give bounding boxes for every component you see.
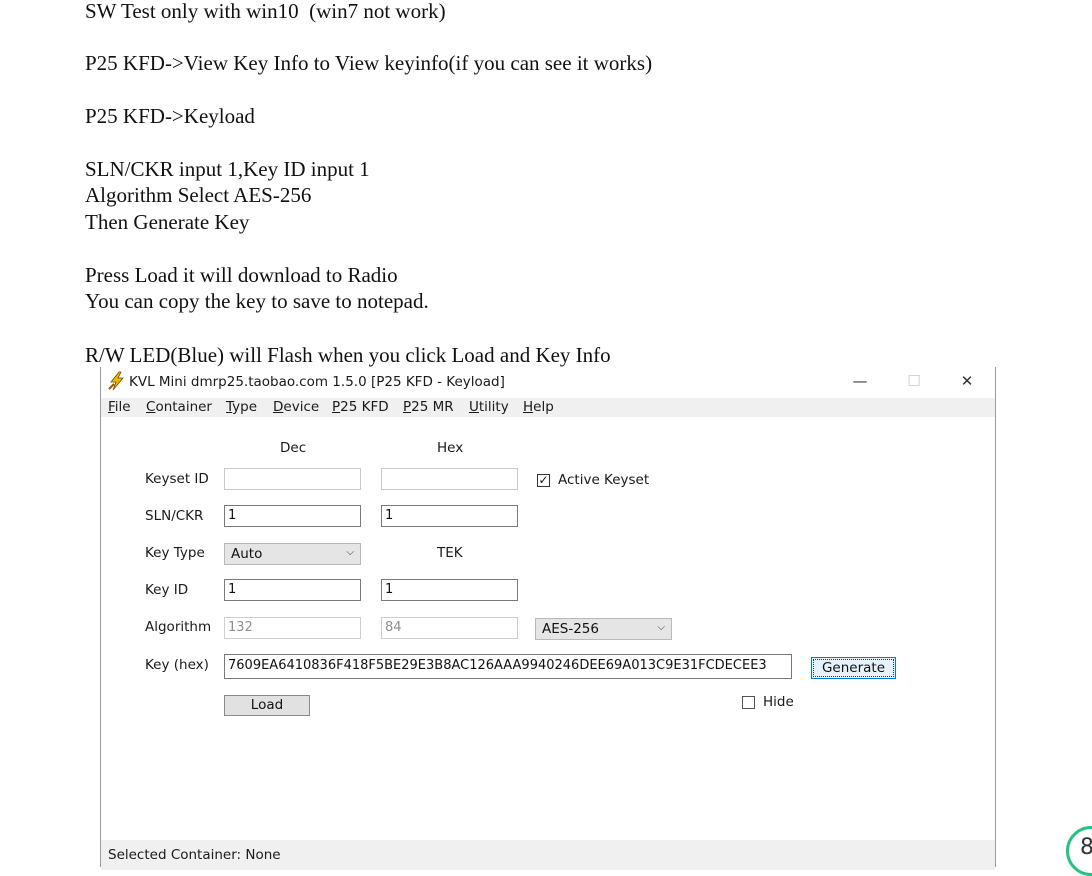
menu-label: evice (283, 399, 320, 415)
menu-mnemonic: U (469, 399, 479, 415)
active-keyset-checkbox[interactable]: ✓ (537, 474, 550, 487)
lightning-bolt-icon (108, 371, 124, 391)
minimize-button[interactable]: — (837, 367, 883, 398)
menu-file[interactable]: File (108, 399, 131, 415)
menu-p25-kfd[interactable]: P25 KFD (332, 399, 389, 415)
menu-label: ile (114, 399, 131, 415)
chevron-down-icon: ⌵ (657, 622, 665, 633)
corner-badge-text: 8 (1080, 835, 1092, 860)
menu-utility[interactable]: Utility (469, 399, 509, 415)
menu-mnemonic: P (332, 399, 341, 415)
key-hex-label: Key (hex) (145, 657, 209, 673)
doc-line-4: SLN/CKR input 1,Key ID input 1 (85, 157, 370, 181)
menu-label: elp (533, 399, 554, 415)
hide-label: Hide (763, 694, 794, 710)
active-keyset-label: Active Keyset (558, 472, 650, 488)
menu-device[interactable]: Device (273, 399, 319, 415)
keyset-id-hex-input[interactable] (381, 468, 518, 490)
doc-line-7: Press Load it will download to Radio (85, 263, 398, 287)
menu-help[interactable]: Help (523, 399, 554, 415)
menu-container[interactable]: Container (146, 399, 212, 415)
menu-label: ype (232, 399, 258, 415)
doc-line-6: Then Generate Key (85, 210, 250, 234)
menu-mnemonic: F (108, 399, 115, 415)
status-text: Selected Container: None (108, 847, 281, 863)
close-button[interactable]: ✕ (944, 367, 990, 398)
maximize-button[interactable]: ☐ (891, 367, 937, 398)
keyset-id-label: Keyset ID (145, 471, 209, 487)
title-bar[interactable]: KVL Mini dmrp25.taobao.com 1.5.0 [P25 KF… (101, 367, 995, 398)
doc-line-2: P25 KFD->View Key Info to View keyinfo(i… (85, 51, 653, 75)
load-button[interactable]: Load (224, 695, 310, 716)
status-bar: Selected Container: None (101, 840, 995, 870)
key-type-value: Auto (231, 546, 263, 562)
key-hex-input[interactable]: 7609EA6410836F418F5BE29E3B8AC126AAA99402… (224, 654, 792, 679)
doc-line-1: SW Test only with win10 (win7 not work) (85, 0, 446, 23)
algorithm-select[interactable]: AES-256 ⌵ (535, 618, 672, 640)
menu-bar: File Container Type Device P25 KFD P25 M… (101, 398, 995, 417)
sln-ckr-dec-input[interactable]: 1 (224, 505, 361, 527)
hex-column-header: Hex (437, 440, 464, 456)
key-id-label: Key ID (145, 582, 189, 598)
hide-checkbox[interactable] (742, 696, 755, 709)
doc-line-3: P25 KFD->Keyload (85, 104, 255, 128)
dec-column-header: Dec (280, 440, 307, 456)
window-title: KVL Mini dmrp25.taobao.com 1.5.0 [P25 KF… (129, 374, 505, 390)
key-type-label: Key Type (145, 545, 205, 561)
menu-p25-mr[interactable]: P25 MR (403, 399, 454, 415)
menu-mnemonic: H (523, 399, 534, 415)
focus-rect (813, 659, 894, 677)
corner-badge: 8 (1066, 826, 1092, 876)
key-id-hex-input[interactable]: 1 (381, 579, 518, 601)
keyset-id-dec-input[interactable] (224, 468, 361, 490)
doc-line-8: You can copy the key to save to notepad. (85, 289, 429, 313)
chevron-down-icon: ⌵ (346, 547, 354, 558)
menu-mnemonic: D (273, 399, 284, 415)
menu-label: 25 MR (411, 399, 454, 415)
key-type-select[interactable]: Auto ⌵ (224, 543, 361, 565)
menu-label: 25 KFD (340, 399, 389, 415)
menu-label: ontainer (155, 399, 212, 415)
menu-mnemonic: P (403, 399, 412, 415)
app-window: KVL Mini dmrp25.taobao.com 1.5.0 [P25 KF… (100, 367, 996, 870)
algorithm-value: AES-256 (542, 621, 599, 637)
doc-line-9: R/W LED(Blue) will Flash when you click … (85, 343, 611, 367)
sln-ckr-hex-input[interactable]: 1 (381, 505, 518, 527)
sln-ckr-label: SLN/CKR (145, 508, 204, 524)
algorithm-hex-input: 84 (381, 617, 518, 639)
generate-button[interactable]: Generate (811, 657, 896, 679)
tek-label: TEK (437, 545, 463, 561)
key-id-dec-input[interactable]: 1 (224, 579, 361, 601)
algorithm-dec-input: 132 (224, 617, 361, 639)
menu-label: tility (478, 399, 509, 415)
algorithm-label: Algorithm (145, 619, 212, 635)
doc-line-5: Algorithm Select AES-256 (85, 183, 312, 207)
menu-type[interactable]: Type (226, 399, 257, 415)
